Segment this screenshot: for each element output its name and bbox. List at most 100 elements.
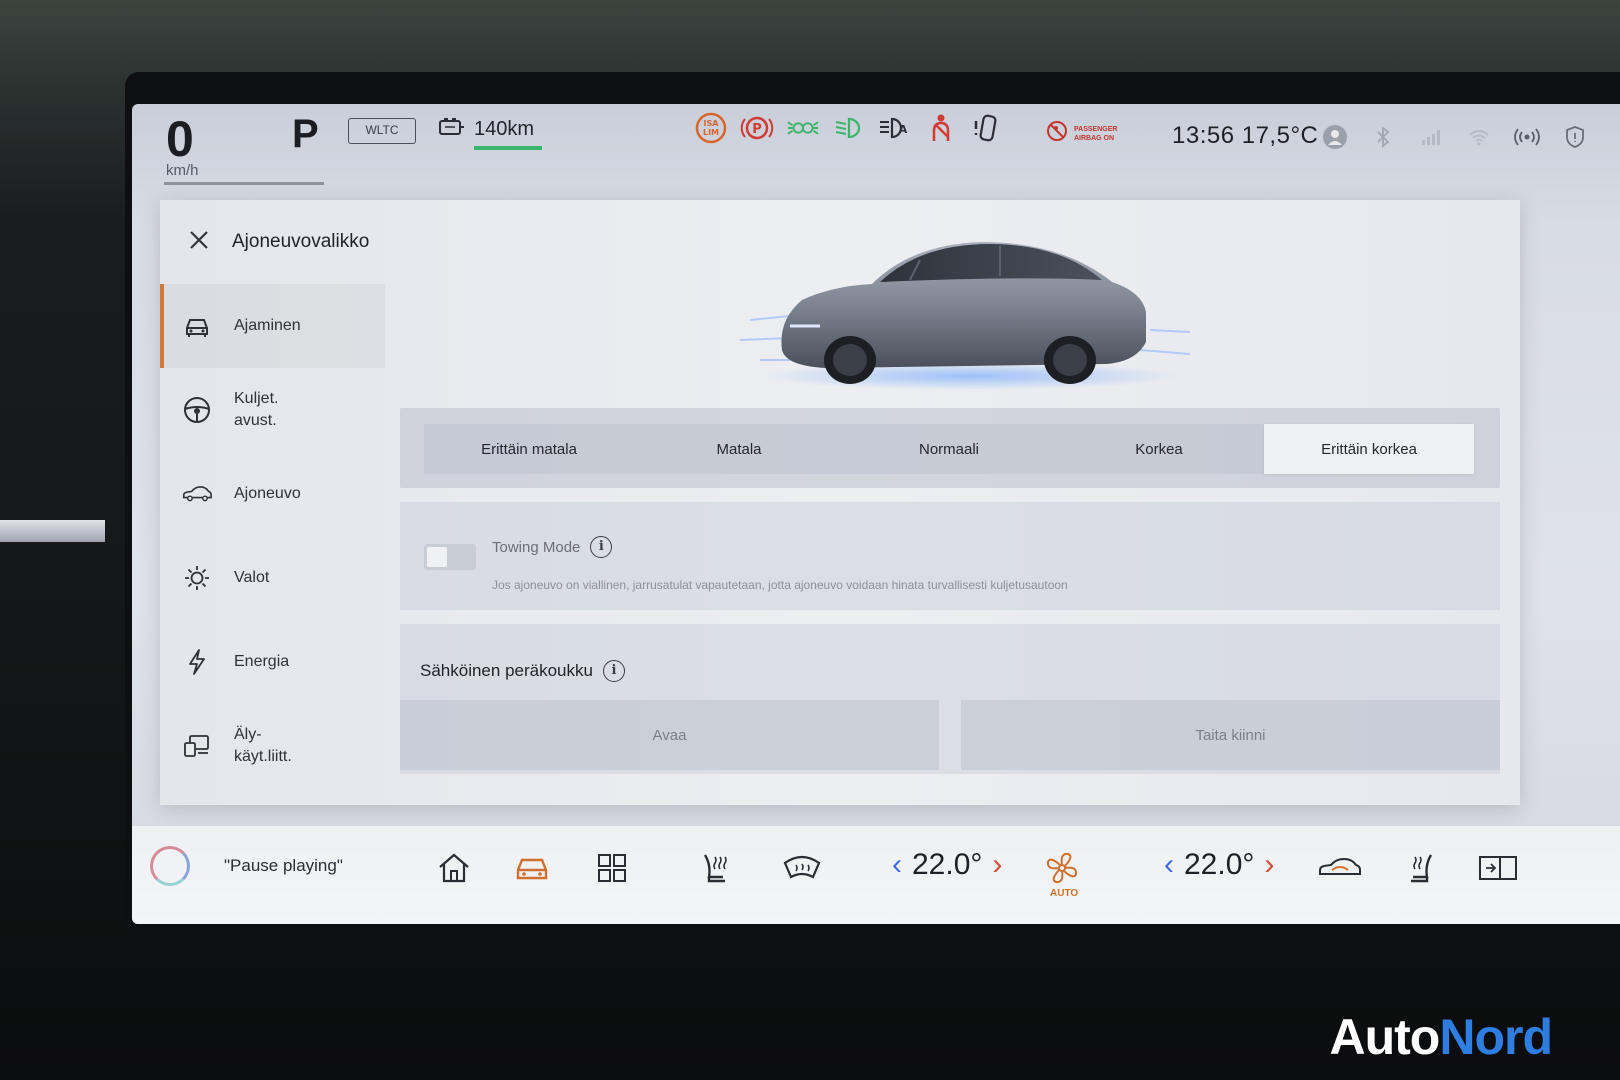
close-icon[interactable] xyxy=(186,229,212,255)
security-shield-icon[interactable] xyxy=(1562,124,1588,150)
speedometer: 0 km/h xyxy=(166,110,246,179)
temp-left-decrease-icon[interactable]: ‹ xyxy=(892,848,902,882)
temp-right-decrease-icon[interactable]: ‹ xyxy=(1164,848,1174,882)
bluetooth-icon[interactable] xyxy=(1370,124,1396,150)
dealer-logo: AutoNord xyxy=(1330,1008,1553,1066)
temp-right-value: 22.0° xyxy=(1184,848,1255,881)
system-icons xyxy=(1322,124,1588,150)
device-connect-icon xyxy=(182,731,212,761)
parking-brake-icon: P xyxy=(740,112,774,144)
hitch-buttons: Avaa Taita kiinni xyxy=(400,700,1500,770)
svg-text:ISA: ISA xyxy=(704,119,720,128)
speed-underline xyxy=(164,182,324,185)
fan-icon[interactable] xyxy=(1040,846,1084,890)
apps-grid-icon[interactable] xyxy=(590,846,634,890)
panel-title: Ajoneuvovalikko xyxy=(232,231,370,252)
warning-lights: ISA LIM P A xyxy=(694,112,1004,144)
hitch-open-button[interactable]: Avaa xyxy=(400,700,939,770)
range-cycle-badge[interactable]: WLTC xyxy=(348,118,416,144)
range-bar xyxy=(474,146,542,150)
ride-height-erittain-korkea[interactable]: Erittäin korkea xyxy=(1264,424,1474,474)
split-screen-icon[interactable] xyxy=(1476,846,1520,890)
ride-height-korkea[interactable]: Korkea xyxy=(1054,424,1264,474)
low-beam-icon xyxy=(832,112,866,144)
wifi-icon[interactable] xyxy=(1466,124,1492,150)
passenger-seat-heating-icon[interactable] xyxy=(1398,846,1442,890)
voice-assistant-text: "Pause playing" xyxy=(224,856,343,875)
sidebar-label-ajaminen: Ajaminen xyxy=(234,317,301,334)
electric-hitch-label: Sähköinen peräkoukku xyxy=(420,661,593,680)
battery-icon xyxy=(438,116,466,143)
sidebar-item-aly-kayt[interactable]: Äly- käyt.liitt. xyxy=(160,704,385,788)
clock-temperature: 13:56 17,5°C xyxy=(1172,122,1319,149)
sidebar-item-ajoneuvo[interactable]: Ajoneuvo xyxy=(160,452,385,536)
voice-assistant-icon[interactable] xyxy=(150,846,190,886)
hitch-fold-button[interactable]: Taita kiinni xyxy=(961,700,1500,770)
ride-height-matala[interactable]: Matala xyxy=(634,424,844,474)
vehicle-render xyxy=(720,200,1220,400)
speed-value: 0 xyxy=(166,111,194,167)
toggle-knob xyxy=(427,547,447,567)
sidebar-item-ajaminen[interactable]: Ajaminen xyxy=(160,284,385,368)
sidebar-label-valot: Valot xyxy=(234,569,270,586)
ride-height-selector: Erittäin matala Matala Normaali Korkea E… xyxy=(400,408,1500,488)
status-bar: 0 km/h P WLTC 140km ISA LIM P A PASSENGE… xyxy=(132,104,1620,200)
gear-indicator: P xyxy=(292,112,319,156)
bottom-dock: "Pause playing" ‹ 22.0° › AUTO ‹ 22.0° › xyxy=(132,826,1620,924)
air-recirculation-icon[interactable] xyxy=(1318,846,1362,890)
auto-headlight-icon: A xyxy=(878,112,912,144)
vehicle-menu-panel: Ajoneuvovalikko Ajaminen Kuljet. avust. … xyxy=(160,200,1520,805)
windshield-defrost-icon[interactable] xyxy=(780,846,824,890)
car-front-icon xyxy=(182,311,212,341)
sidebar-label-aly-kayt: Äly- käyt.liitt. xyxy=(234,726,292,765)
towing-mode-description: Jos ajoneuvo on viallinen, jarrusatulat … xyxy=(492,578,1068,592)
connectivity-icon xyxy=(1514,124,1540,150)
home-icon[interactable] xyxy=(432,846,476,890)
door-open-icon xyxy=(970,112,1004,144)
logo-part-nord: Nord xyxy=(1439,1009,1553,1065)
vehicle-icon[interactable] xyxy=(510,846,554,890)
temp-left-control: ‹ 22.0° › xyxy=(892,848,1002,882)
info-icon[interactable]: i xyxy=(602,660,625,682)
steering-wheel-icon xyxy=(182,395,212,425)
sidebar-item-energia[interactable]: Energia xyxy=(160,620,385,704)
sidebar-label-kuljet-avust: Kuljet. avust. xyxy=(234,390,279,429)
temp-left-increase-icon[interactable]: › xyxy=(992,848,1002,882)
logo-part-auto: Auto xyxy=(1329,1009,1441,1065)
seat-heating-icon[interactable] xyxy=(694,846,738,890)
car-side-icon xyxy=(182,479,212,509)
sidebar-label-ajoneuvo: Ajoneuvo xyxy=(234,485,301,502)
temp-left-value: 22.0° xyxy=(912,848,983,881)
sidebar-item-kuljet-avust[interactable]: Kuljet. avust. xyxy=(160,368,385,452)
towing-mode-toggle[interactable] xyxy=(424,544,476,570)
temp-right-increase-icon[interactable]: › xyxy=(1264,848,1274,882)
temp-right-control: ‹ 22.0° › xyxy=(1164,848,1274,882)
isa-lim-icon: ISA LIM xyxy=(694,112,728,144)
background-reflection xyxy=(0,520,105,542)
svg-text:P: P xyxy=(752,122,762,137)
sun-icon xyxy=(182,563,212,593)
profile-icon[interactable] xyxy=(1322,124,1348,150)
position-lights-icon xyxy=(786,112,820,144)
airbag-label-line1: PASSENGER xyxy=(1074,125,1118,133)
electric-hitch-section: Sähköinen peräkoukku i Avaa Taita kiinni xyxy=(400,624,1500,774)
panel-sidebar: Ajaminen Kuljet. avust. Ajoneuvo Valot E… xyxy=(160,284,385,805)
ride-height-options: Erittäin matala Matala Normaali Korkea E… xyxy=(424,424,1474,474)
lightning-icon xyxy=(182,647,212,677)
airbag-label-line2: AIRBAG ON xyxy=(1074,134,1115,142)
svg-text:A: A xyxy=(899,123,908,136)
range-value: 140km xyxy=(474,118,535,140)
airbag-off-icon xyxy=(1046,120,1068,147)
passenger-airbag-indicator: PASSENGER AIRBAG ON xyxy=(1046,120,1117,147)
signal-icon xyxy=(1418,124,1444,150)
ride-height-normaali[interactable]: Normaali xyxy=(844,424,1054,474)
towing-mode-section: Towing Mode i Jos ajoneuvo on viallinen,… xyxy=(400,502,1500,610)
svg-text:LIM: LIM xyxy=(703,128,719,137)
info-icon[interactable]: i xyxy=(590,536,613,558)
fan-auto-label: AUTO xyxy=(1050,888,1079,899)
sidebar-label-energia: Energia xyxy=(234,653,290,670)
sidebar-item-valot[interactable]: Valot xyxy=(160,536,385,620)
range-display: 140km xyxy=(438,116,534,143)
ride-height-erittain-matala[interactable]: Erittäin matala xyxy=(424,424,634,474)
speed-unit: km/h xyxy=(166,162,199,179)
